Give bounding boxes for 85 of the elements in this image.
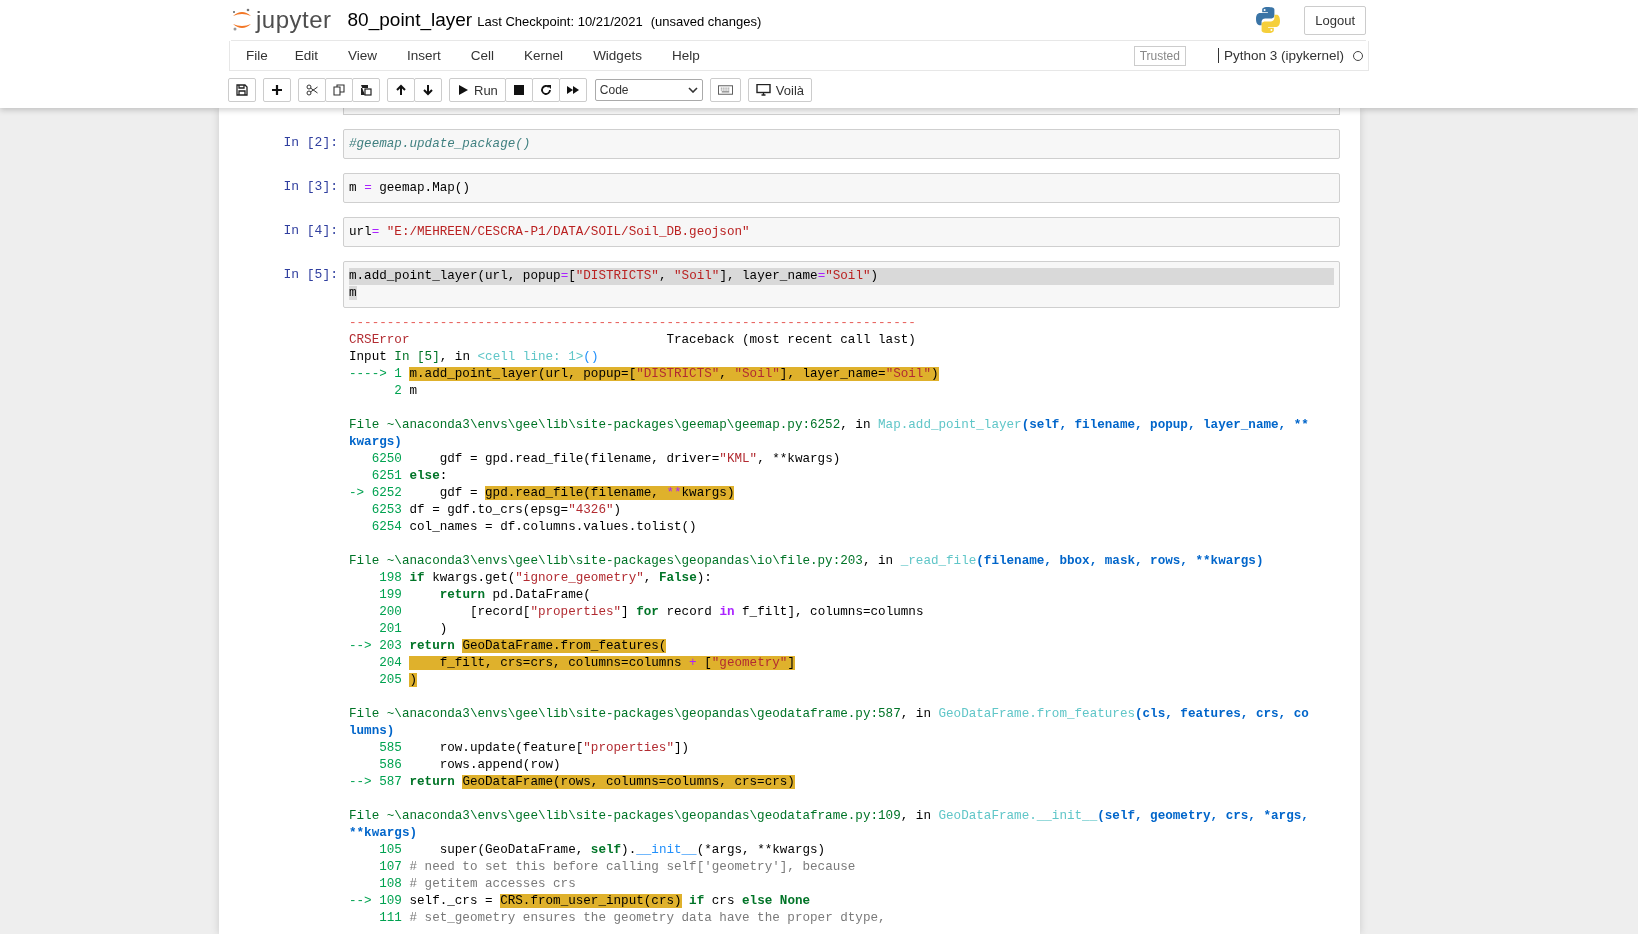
- trusted-badge[interactable]: Trusted: [1133, 45, 1186, 66]
- stop-icon: [512, 84, 525, 96]
- traceback-line: 6254 col_names = df.columns.values.tolist(): [370, 519, 698, 536]
- traceback-line: 105 super(GeoDataFrame, self).__init__(*args, **kwargs): [378, 842, 827, 859]
- traceback-line: 6250 gdf = gpd.read_file(filename, driver="KML", **kwargs): [370, 451, 842, 468]
- arrow-down-icon: [422, 84, 434, 96]
- menu-item[interactable]: File: [234, 48, 280, 63]
- code-line: m = geemap.Map(): [349, 181, 470, 195]
- restart-icon: [539, 84, 552, 96]
- traceback-line: Input In [5], in <cell line: 1>(): [349, 349, 600, 366]
- code-input[interactable]: m = geemap.Map(): [343, 173, 1340, 203]
- traceback-line: 111 # set_geometry ensures the geometry data have the proper dtype,: [378, 910, 887, 927]
- traceback-line: 586 rows.append(row): [378, 757, 562, 774]
- autosave-status: (unsaved changes): [650, 13, 762, 29]
- traceback-line: --> 203 return GeoDataFrame.from_features(: [349, 638, 668, 655]
- input-prompt: In [5]:: [282, 266, 339, 282]
- code-line: #geemap.update_package(): [349, 137, 531, 151]
- toolbar-button[interactable]: [263, 78, 291, 102]
- traceback-line: 198 if kwargs.get("ignore_geometry", False):: [378, 570, 713, 587]
- monitor-icon: [755, 84, 771, 96]
- menu-item[interactable]: Edit: [279, 48, 334, 63]
- traceback-line: 2 m: [393, 383, 419, 400]
- traceback-line: File ~\anaconda3\envs\gee\lib\site-packages\geopandas\geodataframe.py:587, in GeoDataFrame.from_features(cls, features, crs, co: [349, 706, 1310, 723]
- play-icon: [457, 84, 469, 96]
- traceback-line: 107 # need to set this before calling self['geometry'], because: [378, 859, 857, 876]
- traceback-line: **kwargs): [349, 825, 419, 842]
- traceback-line: ---------------------------------------------------------------------------: [349, 315, 917, 332]
- traceback-line: 199 return pd.DataFrame(: [378, 587, 592, 604]
- code-input[interactable]: #geemap.update_package(): [343, 129, 1340, 159]
- menu-item[interactable]: Cell: [455, 48, 510, 63]
- toolbar-button[interactable]: [228, 78, 256, 102]
- traceback-line: 6251 else:: [370, 468, 449, 485]
- arrow-up-icon: [395, 84, 407, 96]
- traceback-line: 201 ): [378, 621, 449, 638]
- python-logo-icon: [1254, 6, 1283, 34]
- paste-icon: [360, 84, 372, 96]
- scissors-icon: [306, 84, 318, 96]
- cell-type-dropdown[interactable]: Code: [594, 79, 703, 101]
- logo-text[interactable]: jupyter: [256, 6, 332, 34]
- logout-button[interactable]: Logout: [1304, 5, 1366, 35]
- run-button[interactable]: Run: [449, 78, 506, 102]
- keyboard-icon: [717, 84, 733, 96]
- traceback-line: File ~\anaconda3\envs\gee\lib\site-packages\geopandas\io\file.py:203, in _read_file(filename, bbox, mask, rows, **kwargs): [349, 553, 1265, 570]
- traceback-line: 6253 df = gdf.to_crs(epsg="4326"): [370, 502, 623, 519]
- kernel-name: Python 3 (ipykernel): [1217, 48, 1344, 63]
- toolbar-button[interactable]: [558, 78, 587, 102]
- copy-icon: [333, 84, 345, 96]
- menu-item[interactable]: Widgets: [578, 48, 657, 63]
- menu-item[interactable]: Help: [656, 48, 715, 63]
- input-prompt: In [2]:: [282, 134, 339, 150]
- traceback-line: File ~\anaconda3\envs\gee\lib\site-packages\geopandas\geodataframe.py:109, in GeoDataFrame.__init__(self, geometry, crs, *args,: [349, 808, 1310, 825]
- traceback-line: lumns): [349, 723, 396, 740]
- fast-forward-icon: [566, 84, 579, 96]
- code-input[interactable]: m.add_point_layer(url, popup=["DISTRICTS", "Soil"], layer_name="Soil") m: [343, 261, 1340, 308]
- traceback-line: ----> 1 m.add_point_layer(url, popup=["DISTRICTS", "Soil"], layer_name="Soil"): [349, 366, 940, 383]
- traceback-line: --> 587 return GeoDataFrame(rows, columns=columns, crs=crs): [349, 774, 796, 791]
- voila-button[interactable]: Voilà: [747, 78, 813, 102]
- traceback-line: 200 [record["properties"] for record in f_filt], columns=columns: [378, 604, 925, 621]
- input-prompt: In [3]:: [282, 178, 339, 194]
- traceback-line: -> 6252 gdf = gpd.read_file(filename, **kwargs): [349, 485, 736, 502]
- code-input[interactable]: url= "E:/MEHREEN/CESCRA-P1/DATA/SOIL/Soil_DB.geojson": [343, 217, 1340, 247]
- traceback-line: CRSError Traceback (most recent call last): [349, 332, 917, 349]
- toolbar-button[interactable]: [504, 78, 533, 102]
- caret-icon: [687, 87, 698, 93]
- menu-item[interactable]: Insert: [392, 48, 456, 63]
- code-line: url= "E:/MEHREEN/CESCRA-P1/DATA/SOIL/Soil_DB.geojson": [349, 225, 750, 239]
- save-icon: [236, 84, 248, 96]
- menu-item[interactable]: Kernel: [509, 48, 579, 63]
- plus-icon: [271, 84, 283, 96]
- notebook-name[interactable]: 80_point_layer: [347, 9, 473, 31]
- traceback-line: 108 # getitem accesses crs: [378, 876, 577, 893]
- input-prompt: In [4]:: [282, 222, 339, 238]
- traceback-line: File ~\anaconda3\envs\gee\lib\site-packages\geemap\geemap.py:6252, in Map.add_point_layer(self, filename, popup, layer_name, **: [349, 417, 1310, 434]
- toolbar-button[interactable]: [352, 78, 380, 102]
- toolbar-button[interactable]: [387, 78, 415, 102]
- menu-item[interactable]: View: [333, 48, 393, 63]
- traceback-line: 585 row.update(feature["properties"]): [378, 740, 691, 757]
- traceback-line: 204 f_filt, crs=crs, columns=columns + ["geometry"]: [378, 655, 796, 672]
- checkpoint-text: Last Checkpoint: 10/21/2021: [477, 13, 643, 29]
- traceback-line: 205 ): [378, 672, 419, 689]
- toolbar-button[interactable]: [531, 78, 560, 102]
- traceback-line: kwargs): [349, 434, 403, 451]
- toolbar-button[interactable]: [414, 78, 442, 102]
- code-input[interactable]: [343, 108, 1340, 115]
- traceback-line: --> 109 self._crs = CRS.from_user_input(crs) if crs else None: [349, 893, 812, 910]
